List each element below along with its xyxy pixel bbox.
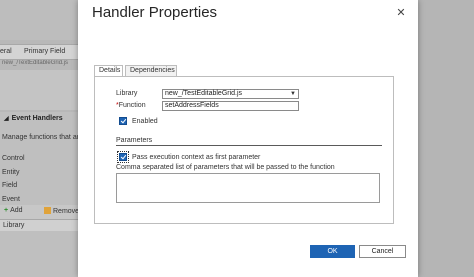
grid-column-header: eral — [0, 48, 12, 55]
event-handlers-list: Control Entity Field Event — [2, 152, 25, 206]
pass-context-label: Pass execution context as first paramete… — [132, 154, 261, 161]
dialog-title: Handler Properties — [92, 4, 218, 21]
grid-column-header: Primary Field — [24, 48, 66, 55]
collapse-chevron-icon: ◢ — [4, 116, 9, 122]
event-handlers-description: Manage functions that ar — [2, 134, 80, 141]
event-handlers-section: ◢ Event Handlers Manage functions that ar… — [0, 112, 80, 277]
background-form-area — [0, 70, 78, 110]
list-item: Entity — [2, 168, 20, 176]
parameters-textarea[interactable] — [116, 173, 380, 203]
remove-icon — [44, 207, 51, 214]
parameters-divider — [116, 145, 382, 146]
handler-properties-dialog: Handler Properties ✕ Details Dependencie… — [78, 0, 418, 277]
background-right-pane — [418, 0, 474, 277]
grid-cell: new_/TextEditableGrid.js — [2, 60, 69, 66]
background-grid-header: eral Primary Field — [0, 44, 78, 60]
library-select-value: new_/TestEditableGrid.js — [165, 90, 243, 97]
close-icon[interactable]: ✕ — [395, 7, 407, 19]
event-handlers-toolbar: + Add Remove — [0, 205, 79, 219]
plus-icon: + — [4, 207, 9, 214]
function-label-row: *Function — [116, 102, 146, 109]
parameters-heading: Parameters — [116, 137, 153, 144]
library-column-header: Library — [0, 219, 78, 231]
library-label: Library — [116, 90, 138, 97]
enabled-checkbox[interactable] — [119, 117, 127, 125]
event-handlers-title: ◢ Event Handlers — [4, 115, 63, 122]
function-label: Function — [118, 102, 146, 109]
ok-button[interactable]: OK — [310, 245, 355, 258]
pass-context-checkbox[interactable] — [117, 151, 129, 163]
list-item: Field — [2, 182, 18, 189]
list-item: Event — [2, 195, 20, 203]
chevron-down-icon: ▼ — [290, 91, 296, 97]
parameters-description: Comma separated list of parameters that … — [116, 164, 335, 171]
function-input[interactable]: setAddressFields — [162, 101, 299, 111]
remove-handler-button[interactable]: Remove — [44, 207, 79, 215]
enabled-label: Enabled — [132, 118, 158, 125]
list-item: Control — [2, 155, 25, 162]
add-handler-button[interactable]: + Add — [4, 207, 23, 214]
library-select[interactable]: new_/TestEditableGrid.js ▼ — [162, 89, 299, 99]
cancel-button[interactable]: Cancel — [359, 245, 406, 258]
